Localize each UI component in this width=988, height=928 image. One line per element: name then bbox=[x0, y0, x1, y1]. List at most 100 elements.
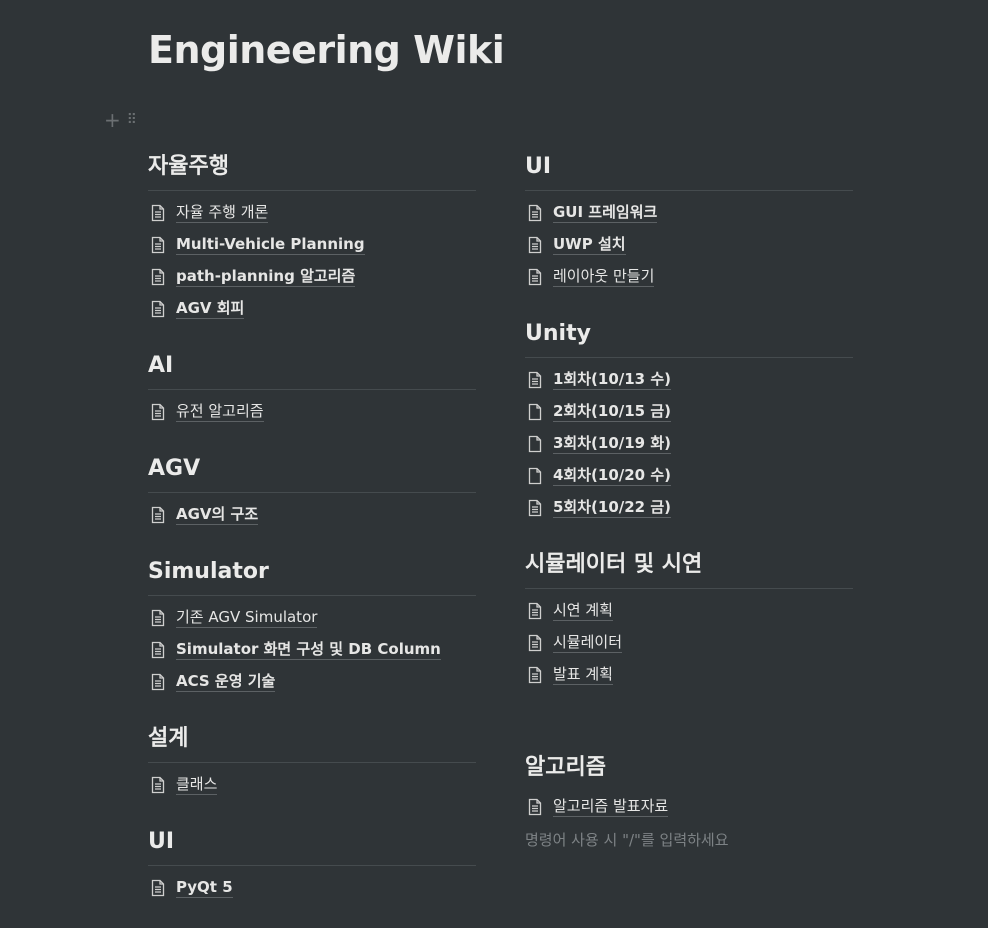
section-unity: Unity 1회차(10/13 수) 2회차(10/15 금) 3회차(10/19 화… bbox=[525, 315, 853, 524]
page-text-icon bbox=[525, 797, 545, 817]
page-link-label[interactable]: AGV의 구조 bbox=[176, 505, 259, 525]
page-link[interactable]: 시연 계획 bbox=[525, 595, 853, 627]
section-agv: AGV AGV의 구조 bbox=[148, 450, 476, 531]
page-text-icon bbox=[148, 203, 168, 223]
page-text-icon bbox=[525, 633, 545, 653]
page-link[interactable]: 1회차(10/13 수) bbox=[525, 364, 853, 396]
page-text-icon bbox=[525, 498, 545, 518]
page-text-icon bbox=[148, 640, 168, 660]
page-link-label[interactable]: 레이아웃 만들기 bbox=[553, 267, 655, 287]
page-link[interactable]: Simulator 화면 구성 및 DB Column bbox=[148, 634, 476, 666]
page-link-label[interactable]: PyQt 5 bbox=[176, 878, 233, 898]
page-text-icon bbox=[148, 672, 168, 692]
section-설계: 설계클래스 bbox=[148, 720, 476, 801]
page-link[interactable]: Multi-Vehicle Planning bbox=[148, 229, 476, 261]
section-heading[interactable]: 설계 bbox=[148, 720, 476, 763]
page-text-icon bbox=[525, 370, 545, 390]
page-link-label[interactable]: Multi-Vehicle Planning bbox=[176, 235, 365, 255]
page-link-label[interactable]: ACS 운영 기술 bbox=[176, 672, 276, 692]
section-ui: UI GUI 프레임워크 UWP 설치레이아웃 만들기 bbox=[525, 148, 853, 293]
page-link[interactable]: ACS 운영 기술 bbox=[148, 666, 476, 698]
page-text-icon bbox=[148, 299, 168, 319]
page-text-icon bbox=[525, 235, 545, 255]
page-link-label[interactable]: path-planning 알고리즘 bbox=[176, 267, 356, 287]
page-link[interactable]: AGV의 구조 bbox=[148, 499, 476, 531]
page-link-label[interactable]: Simulator 화면 구성 및 DB Column bbox=[176, 640, 441, 660]
block-handle[interactable]: + ⠿ bbox=[104, 108, 137, 132]
page-text-icon bbox=[148, 775, 168, 795]
page-link[interactable]: 기존 AGV Simulator bbox=[148, 602, 476, 634]
page-link-label[interactable]: 기존 AGV Simulator bbox=[176, 608, 318, 628]
page-link-label[interactable]: 알고리즘 발표자료 bbox=[553, 797, 669, 817]
page-link[interactable]: 알고리즘 발표자료 bbox=[525, 791, 853, 823]
page-text-icon bbox=[148, 878, 168, 898]
page-link-label[interactable]: 클래스 bbox=[176, 775, 218, 795]
page-link-label[interactable]: 3회차(10/19 화) bbox=[553, 434, 671, 454]
page-empty-icon bbox=[525, 402, 545, 422]
page-link[interactable]: GUI 프레임워크 bbox=[525, 197, 853, 229]
page-link[interactable]: 시뮬레이터 bbox=[525, 627, 853, 659]
section-ai: AI 유전 알고리즘 bbox=[148, 347, 476, 428]
page-title[interactable]: Engineering Wiki bbox=[148, 28, 505, 72]
page-link-label[interactable]: 발표 계획 bbox=[553, 665, 613, 685]
section-heading[interactable]: UI bbox=[148, 823, 476, 866]
page-link-label[interactable]: 4회차(10/20 수) bbox=[553, 466, 671, 486]
section-heading[interactable]: UI bbox=[525, 148, 853, 191]
page-link-label[interactable]: 자율 주행 개론 bbox=[176, 203, 269, 223]
page-link-label[interactable]: AGV 회피 bbox=[176, 299, 245, 319]
section-heading[interactable]: Simulator bbox=[148, 553, 476, 596]
page-text-icon bbox=[148, 235, 168, 255]
page-text-icon bbox=[525, 267, 545, 287]
section-heading[interactable]: AI bbox=[148, 347, 476, 390]
page-text-icon bbox=[148, 505, 168, 525]
section-simulator: Simulator 기존 AGV Simulator Simulator 화면 구성… bbox=[148, 553, 476, 698]
page-link[interactable]: 유전 알고리즘 bbox=[148, 396, 476, 428]
page-text-icon bbox=[525, 665, 545, 685]
section-heading[interactable]: 알고리즘 bbox=[525, 749, 853, 791]
add-block-icon[interactable]: + bbox=[104, 108, 121, 132]
page-link-label[interactable]: 2회차(10/15 금) bbox=[553, 402, 671, 422]
section-heading[interactable]: AGV bbox=[148, 450, 476, 493]
page-link[interactable]: 2회차(10/15 금) bbox=[525, 396, 853, 428]
page-empty-icon bbox=[525, 466, 545, 486]
page-link[interactable]: 레이아웃 만들기 bbox=[525, 261, 853, 293]
page-link-label[interactable]: GUI 프레임워크 bbox=[553, 203, 658, 223]
section-알고리즘: 알고리즘알고리즘 발표자료 bbox=[525, 749, 853, 823]
page-text-icon bbox=[525, 203, 545, 223]
page-link[interactable]: path-planning 알고리즘 bbox=[148, 261, 476, 293]
section-heading[interactable]: Unity bbox=[525, 315, 853, 358]
page-link[interactable]: PyQt 5 bbox=[148, 872, 476, 904]
page-link[interactable]: 자율 주행 개론 bbox=[148, 197, 476, 229]
page-link-label[interactable]: 시연 계획 bbox=[553, 601, 613, 621]
page-link-label[interactable]: 1회차(10/13 수) bbox=[553, 370, 671, 390]
page-link[interactable]: 5회차(10/22 금) bbox=[525, 492, 853, 524]
drag-handle-icon[interactable]: ⠿ bbox=[127, 112, 137, 128]
section-ui: UI PyQt 5 bbox=[148, 823, 476, 904]
section-heading[interactable]: 시뮬레이터 및 시연 bbox=[525, 546, 853, 589]
section-heading[interactable]: 자율주행 bbox=[148, 148, 476, 191]
page-link[interactable]: 발표 계획 bbox=[525, 659, 853, 691]
left-column: 자율주행자율 주행 개론 Multi-Vehicle Planning path-p… bbox=[148, 148, 476, 904]
page-text-icon bbox=[148, 267, 168, 287]
page-text-icon bbox=[148, 608, 168, 628]
empty-block-placeholder[interactable]: 명령어 사용 시 "/"를 입력하세요 bbox=[525, 829, 853, 850]
page-link[interactable]: UWP 설치 bbox=[525, 229, 853, 261]
section-시뮬레이터-및-시연: 시뮬레이터 및 시연시연 계획시뮬레이터발표 계획 bbox=[525, 546, 853, 691]
page-link[interactable]: 3회차(10/19 화) bbox=[525, 428, 853, 460]
page-link[interactable]: 4회차(10/20 수) bbox=[525, 460, 853, 492]
page-link[interactable]: AGV 회피 bbox=[148, 293, 476, 325]
page-link-label[interactable]: 5회차(10/22 금) bbox=[553, 498, 671, 518]
page-link[interactable]: 클래스 bbox=[148, 769, 476, 801]
page-text-icon bbox=[525, 601, 545, 621]
page-link-label[interactable]: 시뮬레이터 bbox=[553, 633, 623, 653]
page-link-label[interactable]: 유전 알고리즘 bbox=[176, 402, 264, 422]
page-link-label[interactable]: UWP 설치 bbox=[553, 235, 626, 255]
